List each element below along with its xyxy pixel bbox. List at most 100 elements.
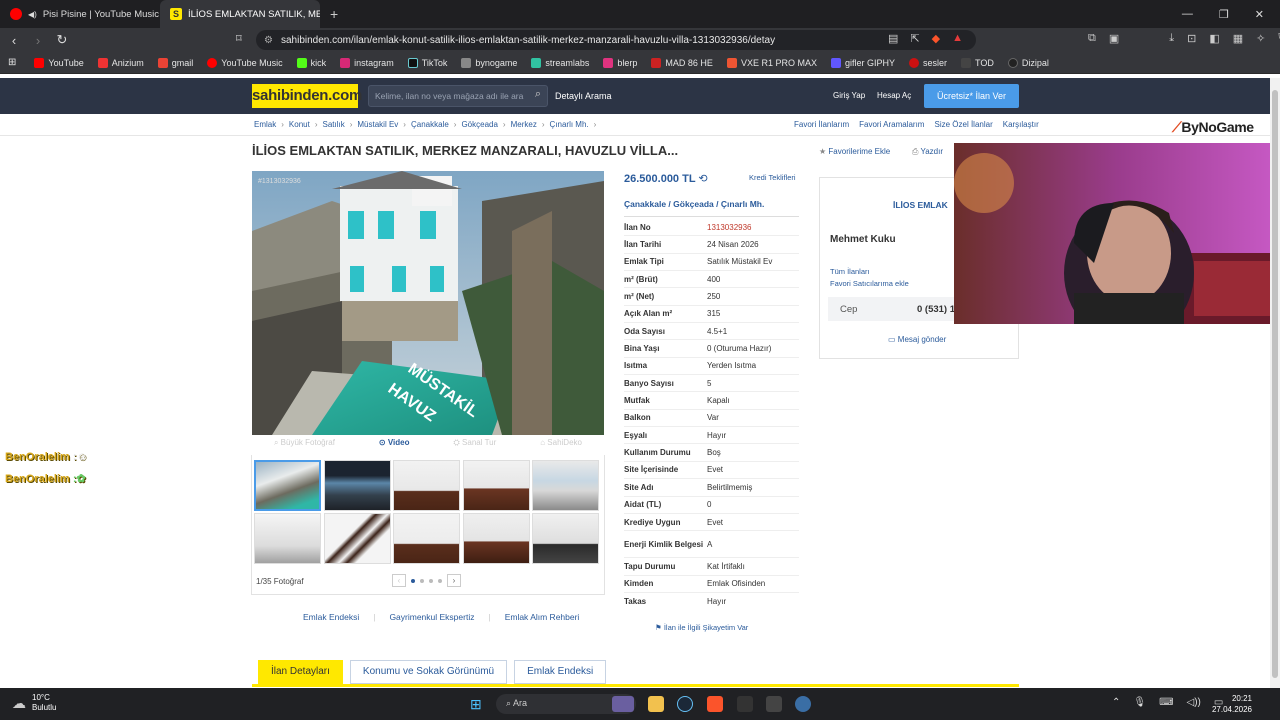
- photo-thumbnail[interactable]: [254, 513, 321, 564]
- breadcrumb-item[interactable]: Müstakil Ev: [357, 120, 398, 129]
- leo-icon[interactable]: ✧: [1256, 32, 1265, 45]
- bookmark-tiktok[interactable]: TikTok: [407, 57, 447, 68]
- add-favorite-link[interactable]: ★ Favorilerime Ekle: [819, 147, 890, 156]
- download-icon[interactable]: ⤓: [1169, 32, 1174, 45]
- bookmark-anizium[interactable]: Anizium: [97, 57, 144, 68]
- bookmark-sesler[interactable]: sesler: [908, 57, 947, 68]
- sidebar-icon[interactable]: ◧: [1209, 32, 1219, 45]
- favorite-searches-link[interactable]: Favori Aramalarım: [859, 120, 924, 129]
- sahideko-button[interactable]: ⌂ SahiDeko: [540, 438, 582, 454]
- taskbar-clock[interactable]: 20:21 27.04.2026: [1210, 693, 1252, 715]
- ekspertiz-link[interactable]: Gayrimenkul Ekspertiz: [389, 612, 474, 622]
- epic-games-icon[interactable]: [737, 696, 753, 712]
- wallet-icon[interactable]: ▣: [1109, 32, 1119, 45]
- photo-thumbnail[interactable]: [462, 513, 530, 564]
- media-playing-icon[interactable]: ◀): [28, 10, 37, 19]
- photo-thumbnail[interactable]: [323, 513, 391, 564]
- page-dot[interactable]: [420, 578, 424, 583]
- brave-icon[interactable]: [707, 696, 723, 712]
- bookmark-instagram[interactable]: instagram: [340, 57, 394, 68]
- breadcrumb-item[interactable]: Çanakkale: [411, 120, 449, 129]
- favorite-seller-link[interactable]: Favori Satıcılarıma ekle: [830, 279, 909, 288]
- favorite-ads-link[interactable]: Favori İlanlarım: [794, 120, 849, 129]
- photo-thumbnail[interactable]: [393, 460, 460, 511]
- alim-rehberi-link[interactable]: Emlak Alım Rehberi: [505, 612, 580, 622]
- photo-thumbnail[interactable]: [532, 460, 599, 511]
- photo-thumbnail[interactable]: [323, 460, 391, 511]
- breadcrumb-item[interactable]: Gökçeada: [461, 120, 497, 129]
- special-ads-link[interactable]: Size Özel İlanlar: [934, 120, 992, 129]
- bookmark-kick[interactable]: kick: [296, 57, 326, 68]
- bookmark-blerp[interactable]: blerp: [603, 57, 637, 68]
- credit-offers-link[interactable]: Kredi Teklifleri: [749, 173, 796, 182]
- back-icon[interactable]: ‹: [4, 33, 24, 48]
- bookmark-gmail[interactable]: gmail: [157, 57, 193, 68]
- apps-icon[interactable]: ⊞: [8, 57, 16, 68]
- breadcrumb-item[interactable]: Emlak: [254, 120, 276, 129]
- photo-thumbnail[interactable]: [462, 460, 530, 511]
- bookmark-tod[interactable]: TOD: [961, 57, 994, 68]
- emlak-endeksi-link[interactable]: Emlak Endeksi: [303, 612, 359, 622]
- bookmark-icon[interactable]: ⌑: [236, 32, 242, 45]
- register-link[interactable]: Hesap Aç: [877, 91, 911, 100]
- post-ad-button[interactable]: Ücretsiz* İlan Ver: [924, 84, 1019, 108]
- bookmark-vxe[interactable]: VXE R1 PRO MAX: [726, 57, 817, 68]
- tab-location-street[interactable]: Konumu ve Sokak Görünümü: [349, 660, 508, 684]
- main-photo[interactable]: MÜSTAKİL HAVUZ: [252, 171, 604, 435]
- photo-thumbnail[interactable]: [254, 460, 321, 511]
- breadcrumb-item[interactable]: Konut: [289, 120, 310, 129]
- browser-tab-listing[interactable]: S İLİOS EMLAKTAN SATILIK, MERK ✕: [160, 0, 320, 28]
- login-link[interactable]: Giriş Yap: [833, 91, 865, 100]
- next-page-button[interactable]: ›: [447, 574, 461, 587]
- compare-link[interactable]: Karşılaştır: [1003, 120, 1039, 129]
- store-icon[interactable]: [766, 696, 782, 712]
- minimize-icon[interactable]: —: [1182, 8, 1193, 21]
- share-icon[interactable]: ⇱: [910, 32, 919, 45]
- breadcrumb-item[interactable]: Satılık: [322, 120, 344, 129]
- restore-icon[interactable]: ❐: [1219, 8, 1229, 21]
- brave-shield-icon[interactable]: ◆: [932, 32, 940, 45]
- weather-widget[interactable]: ☁ 10°C Bulutlu: [12, 693, 56, 713]
- search-icon[interactable]: ⌕: [535, 88, 541, 101]
- photo-thumbnail[interactable]: [532, 513, 599, 564]
- price-history-icon[interactable]: ⟲: [698, 173, 707, 185]
- bookmark-bynogame[interactable]: bynogame: [461, 57, 517, 68]
- bookmark-streamlabs[interactable]: streamlabs: [531, 57, 589, 68]
- tab-listing-details[interactable]: İlan Detayları: [258, 660, 343, 684]
- browser-tab-youtube-music[interactable]: ◀) Pisi Pisine | YouTube Music: [0, 0, 160, 28]
- reader-icon[interactable]: ▤: [888, 32, 898, 45]
- tab-real-estate-index[interactable]: Emlak Endeksi: [514, 660, 607, 684]
- brave-rewards-icon[interactable]: ▲: [952, 32, 963, 45]
- address-bar[interactable]: ⚙ sahibinden.com/ilan/emlak-konut-satili…: [256, 30, 976, 50]
- site-info-icon[interactable]: ⚙: [264, 35, 273, 46]
- close-window-icon[interactable]: ✕: [1255, 8, 1264, 21]
- large-photo-button[interactable]: ⌕ Büyük Fotoğraf: [274, 438, 335, 454]
- reload-icon[interactable]: ↻: [52, 32, 72, 48]
- report-listing-link[interactable]: ⚑ İlan ile İlgili Şikayetim Var: [655, 623, 748, 632]
- bookmark-dizipal[interactable]: Dizipal: [1007, 57, 1049, 68]
- bookmark-giphy[interactable]: gifler GIPHY: [830, 57, 895, 68]
- breadcrumb-item[interactable]: Çınarlı Mh.: [550, 120, 589, 129]
- tray-overflow-icon[interactable]: ⌃: [1112, 697, 1120, 708]
- microphone-icon[interactable]: 🎙︎: [1133, 697, 1146, 708]
- bookmark-mad86[interactable]: MAD 86 HE: [651, 57, 713, 68]
- page-dot[interactable]: [438, 578, 442, 583]
- volume-icon[interactable]: ◁)): [1187, 697, 1201, 708]
- widgets-icon[interactable]: [612, 696, 634, 712]
- virtual-tour-button[interactable]: ⛭ Sanal Tur: [453, 438, 496, 454]
- all-ads-link[interactable]: Tüm İlanları: [830, 267, 870, 276]
- settings-app-icon[interactable]: [795, 696, 811, 712]
- location-neighborhood[interactable]: Çınarlı Mh.: [721, 199, 764, 209]
- location-city[interactable]: Çanakkale: [624, 199, 666, 209]
- phone-number[interactable]: 0 (531) 1: [917, 304, 955, 315]
- prev-page-button[interactable]: ‹: [392, 574, 406, 587]
- steam-icon[interactable]: [677, 696, 693, 712]
- site-logo[interactable]: sahibinden.com: [252, 84, 362, 108]
- forward-icon[interactable]: ›: [28, 33, 48, 48]
- page-dot[interactable]: [411, 578, 415, 583]
- print-link[interactable]: ⎙ Yazdır: [912, 147, 943, 157]
- new-tab-icon[interactable]: +: [330, 6, 338, 22]
- store-name[interactable]: İLİOS EMLAK: [893, 200, 948, 210]
- page-dot[interactable]: [429, 578, 433, 583]
- bookmark-youtube-music[interactable]: YouTube Music: [207, 57, 283, 68]
